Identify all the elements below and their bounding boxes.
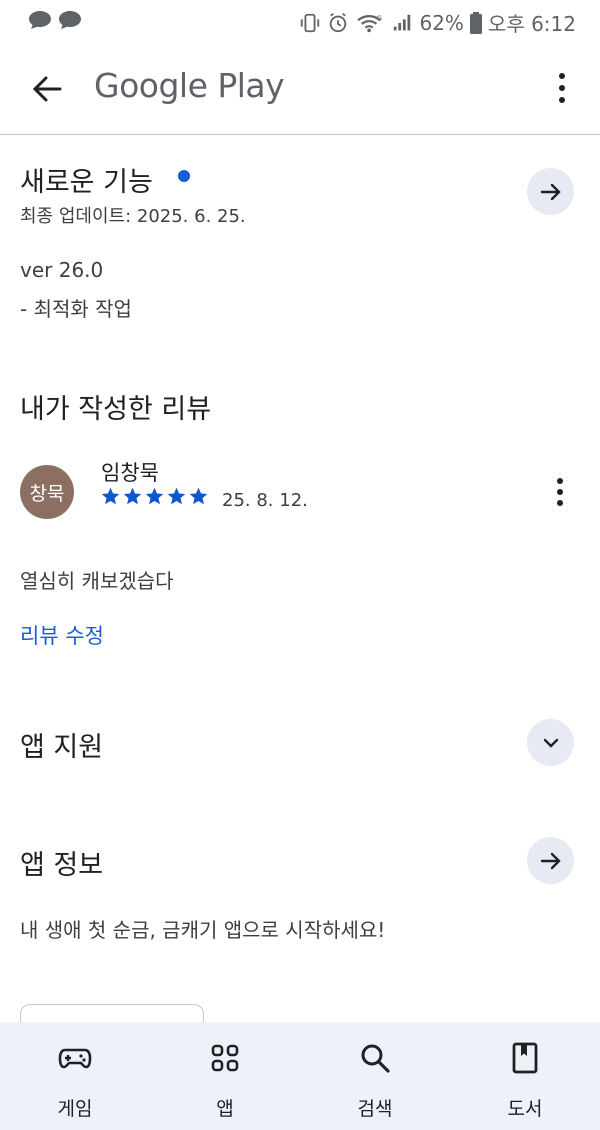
- star-icon: [123, 487, 142, 505]
- edit-review-link[interactable]: 리뷰 수정: [20, 620, 104, 650]
- nav-item-books[interactable]: 도서: [450, 1022, 600, 1130]
- arrow-right-icon: [540, 852, 561, 869]
- bottom-navigation: 게임 앱 검색 도서: [0, 1022, 600, 1130]
- my-review-title: 내가 작성한 리뷰: [20, 394, 212, 425]
- app-title: Google Play: [94, 66, 285, 105]
- nav-item-games[interactable]: 게임: [0, 1022, 150, 1130]
- app-description: 내 생애 첫 순금, 금캐기 앱으로 시작하세요!: [20, 918, 386, 942]
- nav-label-search: 검색: [357, 1098, 393, 1120]
- version-text: ver 26.0: [20, 258, 104, 282]
- star-icon: [145, 487, 164, 505]
- status-bar: G 62% 오후 6:12: [0, 0, 600, 40]
- signal-icon: [394, 14, 411, 30]
- chat-bubble-icon: [59, 11, 81, 29]
- star-icon: [101, 487, 120, 505]
- battery-icon: [469, 11, 482, 34]
- wifi-icon: G: [357, 13, 383, 32]
- gamepad-icon: [58, 1048, 92, 1069]
- notification-icons: [26, 9, 84, 31]
- nav-item-search[interactable]: 검색: [300, 1022, 450, 1130]
- nav-item-apps[interactable]: 앱: [150, 1022, 300, 1130]
- nav-label-games: 게임: [57, 1098, 93, 1120]
- whats-new-arrow-button[interactable]: [527, 168, 574, 215]
- app-info-title: 앱 정보: [20, 850, 104, 881]
- star-rating: [100, 486, 209, 507]
- star-icon: [167, 487, 186, 505]
- release-note: - 최적화 작업: [20, 297, 132, 321]
- chat-bubble-icon: [29, 11, 51, 29]
- battery-percent: 62%: [419, 10, 464, 35]
- whats-new-title: 새로운 기능: [20, 167, 153, 198]
- vibrate-icon: [301, 13, 320, 32]
- book-icon: [512, 1042, 538, 1074]
- clock: 오후 6:12: [487, 12, 576, 36]
- reviewer-name: 임창묵: [101, 461, 159, 485]
- apps-grid-icon: [211, 1044, 239, 1072]
- star-icon: [189, 487, 208, 505]
- avatar: 창묵: [20, 465, 74, 519]
- app-support-expand-button[interactable]: [527, 719, 574, 766]
- review-more-vert-icon[interactable]: [550, 476, 570, 508]
- last-updated: 최종 업데이트: 2025. 6. 25.: [20, 206, 246, 227]
- nav-label-apps: 앱: [216, 1098, 234, 1120]
- search-icon: [361, 1044, 390, 1073]
- review-body: 열심히 캐보겠습다: [20, 569, 174, 593]
- app-bar: Google Play: [0, 40, 600, 135]
- chevron-down-icon: [543, 738, 558, 748]
- alarm-icon: [330, 12, 347, 32]
- new-indicator-dot: [178, 170, 190, 182]
- app-support-title: 앱 지원: [20, 732, 104, 763]
- arrow-right-icon: [540, 183, 561, 200]
- back-arrow-icon[interactable]: [24, 66, 70, 112]
- svg-text:G: G: [377, 13, 383, 22]
- review-date: 25. 8. 12.: [222, 490, 308, 511]
- app-info-arrow-button[interactable]: [527, 837, 574, 884]
- nav-label-books: 도서: [507, 1098, 543, 1120]
- more-vert-icon[interactable]: [552, 68, 572, 108]
